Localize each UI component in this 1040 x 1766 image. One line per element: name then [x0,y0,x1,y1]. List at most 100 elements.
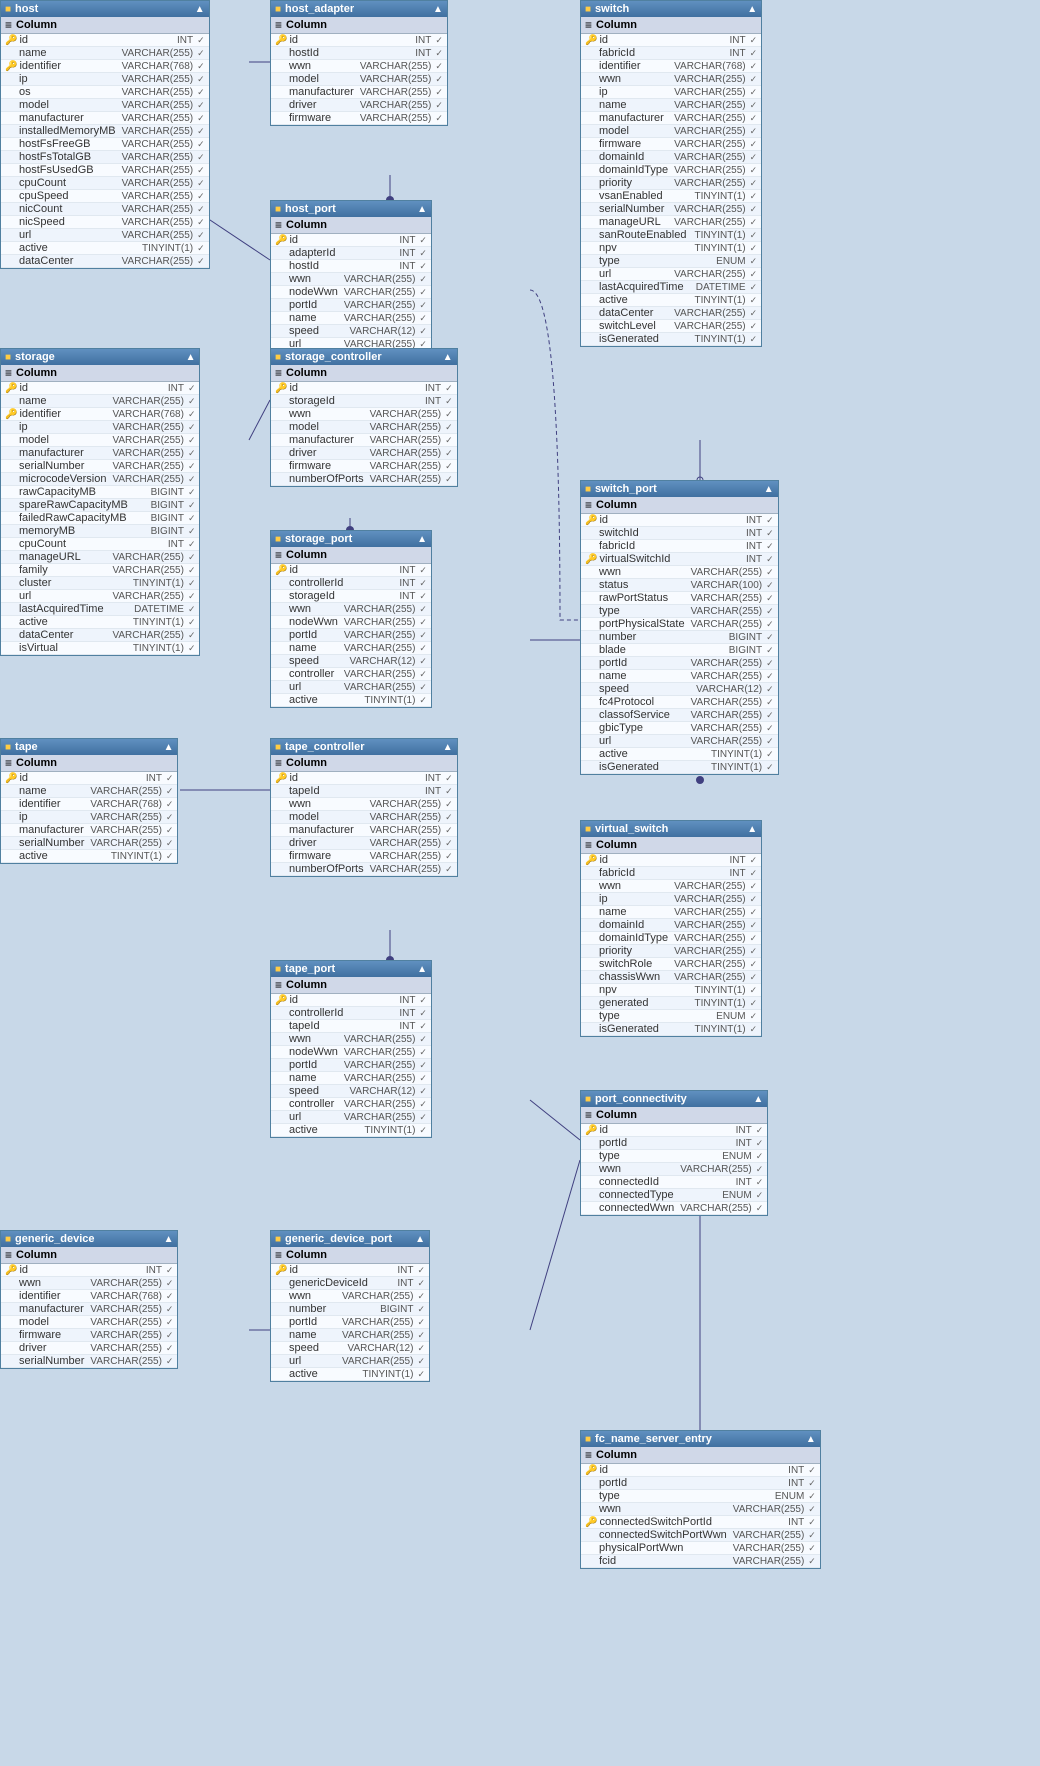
table-row: driverVARCHAR(255)✓ [271,837,457,850]
table-header-fc_name_server_entry[interactable]: ■fc_name_server_entry▲ [581,1431,820,1447]
expand-icon[interactable]: ▲ [164,1234,174,1245]
col-check: ✓ [188,526,196,537]
col-check: ✓ [435,74,443,85]
expand-icon[interactable]: ▲ [433,4,443,15]
table-header-storage[interactable]: ■storage▲ [1,349,199,365]
col-type: VARCHAR(255) [90,1317,162,1328]
col-type: INT [399,248,415,259]
expand-icon[interactable]: ▲ [186,352,196,363]
expand-icon[interactable]: ▲ [443,742,453,753]
table-header-host[interactable]: ■host▲ [1,1,209,17]
table-header-generic_device[interactable]: ■generic_device▲ [1,1231,177,1247]
expand-icon[interactable]: ▲ [195,4,205,15]
table-header-switch_port[interactable]: ■switch_port▲ [581,481,778,497]
column-header-row: ≡Column [271,365,457,382]
col-type: TINYINT(1) [362,1369,413,1380]
table-row: rawCapacityMBBIGINT✓ [1,486,199,499]
col-type: INT [397,1265,413,1276]
table-row: urlVARCHAR(255)✓ [1,229,209,242]
expand-icon[interactable]: ▲ [753,1094,763,1105]
col-type: TINYINT(1) [133,617,184,628]
col-check: ✓ [750,113,758,124]
table-storage_port: ■storage_port▲≡Column🔑idINT✓controllerId… [270,530,432,708]
table-row: 🔑idINT✓ [581,854,761,867]
expand-icon[interactable]: ▲ [443,352,453,363]
col-name: wwn [289,408,364,420]
col-name: spareRawCapacityMB [19,499,145,511]
col-type: INT [788,1478,804,1489]
col-check: ✓ [750,334,758,345]
expand-icon[interactable]: ▲ [806,1434,816,1445]
table-header-tape_port[interactable]: ■tape_port▲ [271,961,431,977]
column-header-row: ≡Column [271,977,431,994]
table-row: memoryMBBIGINT✓ [1,525,199,538]
table-row: classofServiceVARCHAR(255)✓ [581,709,778,722]
col-name: model [19,434,106,446]
col-type: VARCHAR(255) [691,710,763,721]
col-check: ✓ [419,235,427,246]
col-type: VARCHAR(768) [674,61,746,72]
col-check: ✓ [756,1138,764,1149]
col-type: TINYINT(1) [711,749,762,760]
col-check: ✓ [419,604,427,615]
table-icon: ■ [275,4,281,15]
table-row: spareRawCapacityMBBIGINT✓ [1,499,199,512]
expand-icon[interactable]: ▲ [164,742,174,753]
col-type: VARCHAR(255) [370,435,442,446]
col-name: fabricId [599,47,724,59]
col-type: INT [399,578,415,589]
expand-icon[interactable]: ▲ [415,1234,425,1245]
column-eq-icon: ≡ [275,756,282,770]
col-type: VARCHAR(255) [360,87,432,98]
col-type: VARCHAR(255) [370,474,442,485]
col-check: ✓ [419,1112,427,1123]
col-name: speed [289,1342,342,1354]
col-check: ✓ [166,1291,174,1302]
table-row: activeTINYINT(1)✓ [271,1368,429,1381]
col-type: VARCHAR(255) [122,139,194,150]
table-header-storage_controller[interactable]: ■storage_controller▲ [271,349,457,365]
expand-icon[interactable]: ▲ [747,824,757,835]
col-type: VARCHAR(255) [674,139,746,150]
table-header-port_connectivity[interactable]: ■port_connectivity▲ [581,1091,767,1107]
table-header-virtual_switch[interactable]: ■virtual_switch▲ [581,821,761,837]
col-check: ✓ [419,1047,427,1058]
table-header-host_adapter[interactable]: ■host_adapter▲ [271,1,447,17]
table-header-switch[interactable]: ■switch▲ [581,1,761,17]
table-row: ipVARCHAR(255)✓ [1,73,209,86]
expand-icon[interactable]: ▲ [764,484,774,495]
table-storage: ■storage▲≡Column🔑idINT✓nameVARCHAR(255)✓… [0,348,200,656]
col-check: ✓ [188,422,196,433]
col-name: priority [599,177,668,189]
table-header-storage_port[interactable]: ■storage_port▲ [271,531,431,547]
col-name: nodeWwn [289,286,338,298]
table-row: portIdVARCHAR(255)✓ [271,629,431,642]
col-type: VARCHAR(255) [674,881,746,892]
expand-icon[interactable]: ▲ [417,534,427,545]
col-name: failedRawCapacityMB [19,512,145,524]
expand-icon[interactable]: ▲ [747,4,757,15]
col-type: VARCHAR(255) [112,474,184,485]
col-check: ✓ [750,321,758,332]
table-row: rawPortStatusVARCHAR(255)✓ [581,592,778,605]
table-generic_device: ■generic_device▲≡Column🔑idINT✓wwnVARCHAR… [0,1230,178,1369]
col-check: ✓ [419,1073,427,1084]
col-check: ✓ [766,671,774,682]
col-check: ✓ [197,165,205,176]
expand-icon[interactable]: ▲ [417,204,427,215]
col-check: ✓ [419,1008,427,1019]
col-type: VARCHAR(255) [344,669,416,680]
col-name: domainId [599,919,668,931]
table-header-host_port[interactable]: ■host_port▲ [271,201,431,217]
table-row: genericDeviceIdINT✓ [271,1277,429,1290]
table-row: nameVARCHAR(255)✓ [1,785,177,798]
table-header-generic_device_port[interactable]: ■generic_device_port▲ [271,1231,429,1247]
table-row: connectedTypeENUM✓ [581,1189,767,1202]
col-type: VARCHAR(255) [674,894,746,905]
expand-icon[interactable]: ▲ [417,964,427,975]
table-header-tape[interactable]: ■tape▲ [1,739,177,755]
table-row: nameVARCHAR(255)✓ [581,99,761,112]
table-header-tape_controller[interactable]: ■tape_controller▲ [271,739,457,755]
col-type: INT [168,383,184,394]
table-row: nameVARCHAR(255)✓ [581,670,778,683]
